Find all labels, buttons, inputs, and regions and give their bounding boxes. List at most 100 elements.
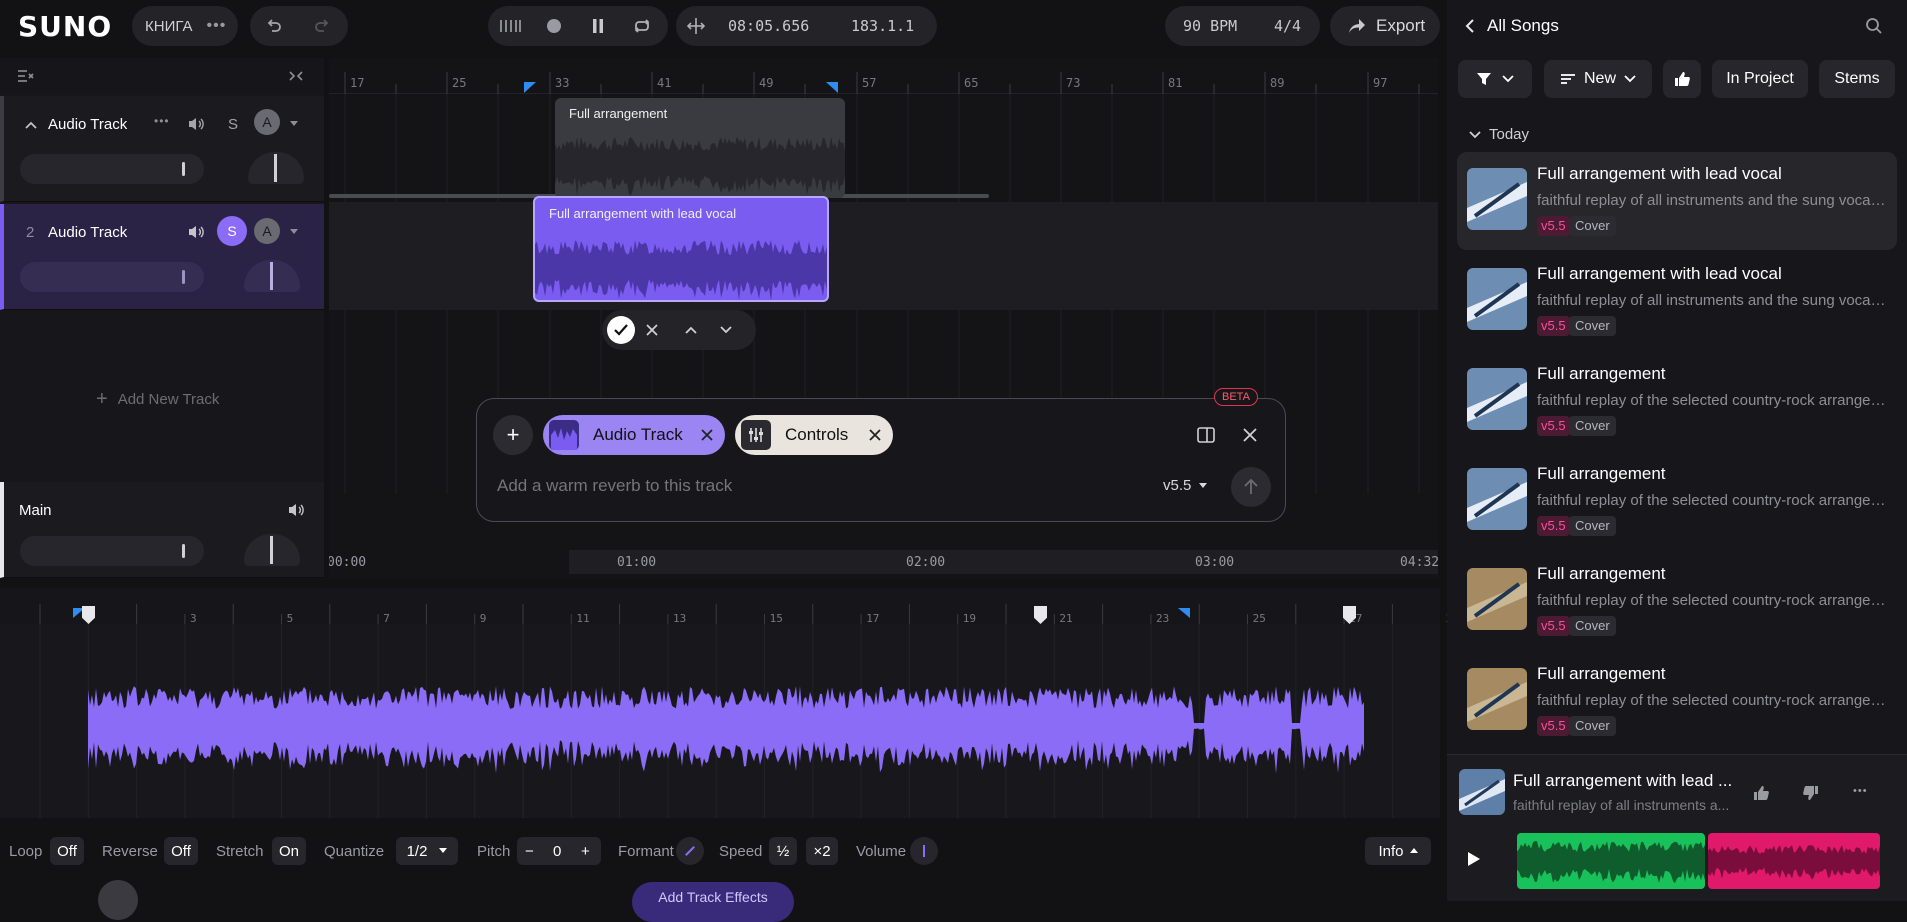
prompt-input[interactable] — [497, 473, 997, 499]
add-context-button[interactable]: + — [493, 415, 533, 455]
caret-down-icon[interactable] — [289, 120, 299, 128]
chevron-up-icon[interactable] — [684, 325, 698, 335]
stems-button[interactable]: Stems — [1819, 60, 1895, 98]
add-track-effects-button[interactable]: Add Track Effects — [632, 882, 794, 922]
chevron-down-icon[interactable] — [719, 325, 733, 335]
project-menu[interactable]: КНИГА ••• — [132, 6, 238, 46]
track-name[interactable]: Audio Track — [48, 116, 127, 133]
loop-start-marker[interactable] — [523, 82, 537, 94]
automation-button[interactable]: A — [254, 109, 280, 135]
volume-slider[interactable] — [20, 262, 204, 292]
song-thumbnail[interactable] — [1467, 468, 1527, 530]
filter-button[interactable] — [1458, 60, 1532, 98]
tool-button[interactable] — [98, 880, 138, 920]
speed-half-button[interactable]: ½ — [769, 837, 797, 865]
song-thumbnail[interactable] — [1467, 168, 1527, 230]
chevron-up-icon[interactable] — [24, 120, 38, 130]
time-signature[interactable]: 4/4 — [1274, 17, 1301, 35]
thumbs-up-icon[interactable] — [1753, 785, 1769, 801]
pan-knob[interactable] — [244, 260, 300, 292]
volume-handle[interactable] — [182, 544, 185, 558]
song-thumbnail[interactable] — [1467, 268, 1527, 330]
main-track[interactable]: Main — [0, 482, 324, 578]
section-today[interactable]: Today — [1469, 126, 1529, 143]
redo-icon[interactable] — [298, 6, 346, 46]
context-chip-audio-track[interactable]: Audio Track — [543, 415, 725, 455]
send-button[interactable] — [1231, 467, 1271, 507]
waveform-played[interactable] — [1517, 833, 1705, 889]
caret-down-icon[interactable] — [289, 228, 299, 236]
pitch-increment[interactable]: + — [581, 843, 590, 860]
track-row[interactable]: Audio Track ••• S A — [0, 96, 324, 202]
snap-icon[interactable] — [676, 6, 716, 46]
master-volume-slider[interactable] — [20, 536, 204, 566]
speaker-icon[interactable] — [187, 116, 205, 132]
more-icon[interactable]: ••• — [1853, 785, 1868, 797]
reverse-toggle[interactable]: Off — [164, 837, 198, 865]
pitch-value[interactable]: 0 — [553, 843, 561, 860]
pause-icon[interactable] — [576, 6, 620, 46]
master-pan-knob[interactable] — [244, 534, 300, 566]
export-button[interactable]: Export — [1330, 6, 1440, 46]
search-icon[interactable] — [1865, 17, 1883, 35]
now-playing-title[interactable]: Full arrangement with lead ... — [1513, 771, 1732, 791]
solo-button-active[interactable]: S — [217, 216, 247, 246]
undo-icon[interactable] — [250, 6, 298, 46]
pan-knob[interactable] — [248, 152, 304, 184]
waveform-remaining[interactable] — [1708, 833, 1880, 889]
suno-logo[interactable]: SUNO — [18, 10, 112, 43]
close-icon[interactable] — [1243, 428, 1257, 442]
remove-chip-icon[interactable] — [701, 429, 713, 441]
solo-button[interactable]: S — [228, 116, 238, 133]
volume-slider[interactable] — [20, 154, 204, 184]
track-list-icon[interactable] — [14, 66, 38, 86]
discard-icon[interactable] — [646, 324, 658, 336]
info-toggle[interactable]: Info — [1365, 837, 1431, 865]
song-item[interactable]: Full arrangement faithful replay of the s… — [1457, 652, 1897, 750]
song-item[interactable]: Full arrangement faithful replay of the s… — [1457, 452, 1897, 550]
audio-clip[interactable]: Full arrangement — [555, 98, 845, 198]
track-name[interactable]: Audio Track — [48, 224, 127, 241]
loop-toggle[interactable]: Off — [50, 837, 84, 865]
quantize-select[interactable]: 1/2 — [396, 837, 458, 865]
split-view-icon[interactable] — [1197, 427, 1215, 443]
bar-ruler[interactable]: 17 25 33 41 49 57 65 73 81 89 97 — [329, 58, 1438, 94]
speed-double-button[interactable]: ×2 — [806, 837, 838, 865]
remove-chip-icon[interactable] — [869, 429, 881, 441]
sort-button[interactable]: New — [1544, 60, 1652, 98]
stretch-toggle[interactable]: On — [272, 837, 306, 865]
thumbs-down-icon[interactable] — [1803, 785, 1819, 801]
model-selector[interactable]: v5.5 — [1163, 477, 1208, 494]
song-item[interactable]: Full arrangement faithful replay of the s… — [1457, 352, 1897, 450]
track-more-icon[interactable]: ••• — [154, 114, 170, 128]
add-track-button[interactable]: + Add New Track — [96, 388, 219, 411]
loop-icon[interactable] — [620, 6, 664, 46]
pitch-decrement[interactable]: − — [525, 843, 534, 860]
audio-clip-selected[interactable]: Full arrangement with lead vocal — [533, 196, 829, 302]
volume-handle[interactable] — [182, 162, 185, 176]
song-thumbnail[interactable] — [1467, 368, 1527, 430]
loop-end-marker[interactable] — [825, 82, 839, 94]
song-thumbnail[interactable] — [1467, 568, 1527, 630]
song-item[interactable]: Full arrangement faithful replay of the s… — [1457, 552, 1897, 650]
visible-range[interactable] — [569, 550, 1438, 574]
confirm-icon[interactable] — [607, 316, 635, 344]
record-icon[interactable] — [532, 6, 576, 46]
bpm-value[interactable]: 90 BPM — [1183, 17, 1237, 35]
track-row-selected[interactable]: 2 Audio Track S A — [0, 204, 324, 310]
play-icon[interactable] — [1467, 851, 1481, 867]
editor-waveform[interactable] — [0, 624, 1440, 818]
back-icon[interactable] — [1465, 18, 1475, 34]
liked-filter-button[interactable] — [1663, 60, 1701, 98]
in-project-button[interactable]: In Project — [1712, 60, 1808, 98]
loop-end-marker[interactable] — [1178, 608, 1190, 618]
collapse-icon[interactable] — [284, 66, 308, 86]
volume-handle[interactable] — [182, 270, 185, 284]
song-item[interactable]: Full arrangement with lead vocal faithful… — [1457, 252, 1897, 350]
metronome-icon[interactable] — [488, 6, 532, 46]
speaker-icon[interactable] — [187, 224, 205, 240]
automation-button[interactable]: A — [254, 218, 280, 244]
song-thumbnail[interactable] — [1467, 668, 1527, 730]
volume-knob[interactable] — [910, 837, 938, 865]
clip-editor[interactable]: 357911131517192123252729 — [0, 588, 1459, 818]
